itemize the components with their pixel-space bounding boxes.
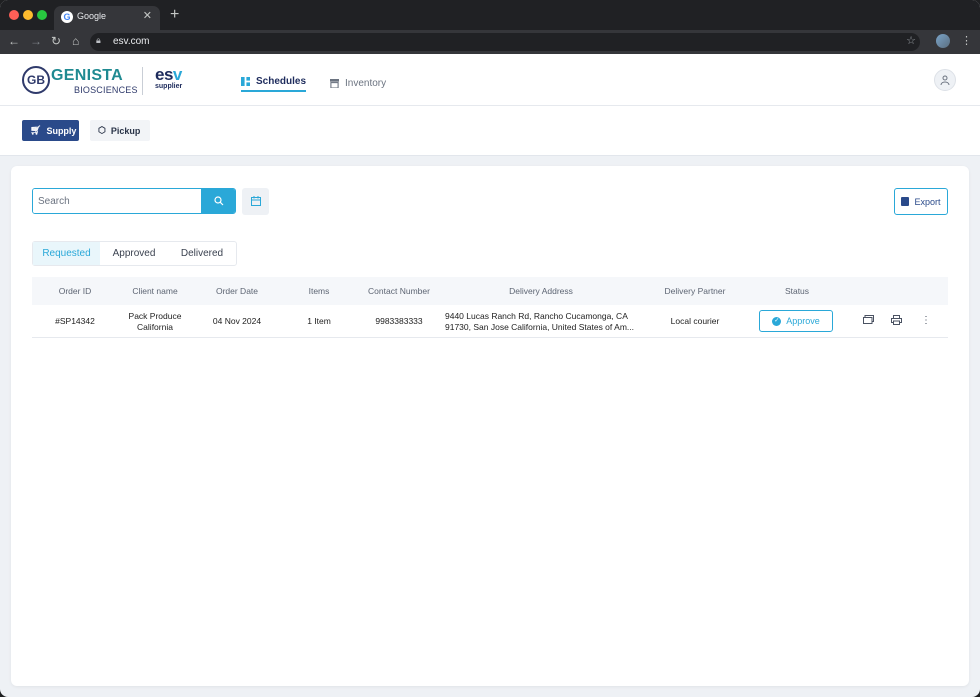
nav-inventory-label: Inventory xyxy=(345,77,387,89)
schedules-icon xyxy=(241,76,250,86)
approve-label: Approve xyxy=(786,316,820,326)
col-delivery-address: Delivery Address xyxy=(509,286,573,296)
nav-inventory[interactable]: Inventory xyxy=(330,74,386,92)
export-label: Export xyxy=(914,196,941,207)
nav-schedules[interactable]: Schedules xyxy=(241,74,307,92)
cell-client-name: Pack Produce California xyxy=(120,305,190,338)
col-client-name: Client name xyxy=(132,286,178,296)
table-header: Order ID Client name Order Date Items Co… xyxy=(32,277,948,305)
browser-menu-icon[interactable]: ⋮ xyxy=(961,34,972,47)
invoice-icon[interactable] xyxy=(863,315,874,328)
profile-avatar[interactable] xyxy=(936,34,950,48)
calendar-button[interactable] xyxy=(242,188,269,215)
orders-card: Export Requested Approved Delivered Orde… xyxy=(11,166,969,686)
search-icon xyxy=(213,196,223,206)
user-account-icon[interactable] xyxy=(934,69,956,91)
col-status: Status xyxy=(784,286,810,296)
tab-title: Google xyxy=(77,11,107,21)
search-button[interactable] xyxy=(201,189,235,213)
search-box xyxy=(32,188,236,214)
invoice-svg-icon xyxy=(863,315,874,324)
minimize-window-button[interactable] xyxy=(23,10,33,20)
cell-delivery-address: 9440 Lucas Ranch Rd, Rancho Cucamonga, C… xyxy=(445,305,645,338)
supply-button[interactable]: 🛒︎ Supply xyxy=(22,120,79,141)
close-window-button[interactable] xyxy=(9,10,19,20)
export-icon xyxy=(901,197,910,206)
pickup-button[interactable]: ⬡ Pickup xyxy=(90,120,150,141)
search-input[interactable] xyxy=(33,189,201,213)
orders-table: Order ID Client name Order Date Items Co… xyxy=(32,277,948,338)
forward-icon[interactable]: → xyxy=(30,34,42,48)
bookmark-star-icon[interactable]: ☆ xyxy=(906,34,916,47)
inventory-box-icon xyxy=(330,78,339,88)
export-button[interactable]: Export xyxy=(894,188,948,215)
address-line-2: 91730, San Jose California, United State… xyxy=(445,321,634,332)
genista-logo-icon: GB xyxy=(22,66,50,94)
cell-contact: 9983383333 xyxy=(375,316,423,326)
cell-order-date: 04 Nov 2024 xyxy=(212,316,262,326)
url-text: esv.com xyxy=(113,36,150,47)
esv-logo-suffix: v xyxy=(172,65,182,84)
col-order-id: Order ID xyxy=(58,286,92,296)
col-order-date: Order Date xyxy=(215,286,259,296)
check-circle-icon: ✓ xyxy=(772,316,782,326)
browser-toolbar: ← → ↻ ⌂ 🔒︎ esv.com ☆ ⋮ xyxy=(0,30,980,54)
back-icon[interactable]: ← xyxy=(8,34,20,48)
new-tab-icon[interactable]: + xyxy=(170,7,179,23)
logo-name: GENISTA xyxy=(51,67,124,84)
calendar-icon xyxy=(250,196,261,206)
tab-delivered[interactable]: Delivered xyxy=(168,242,236,265)
col-delivery-partner: Delivery Partner xyxy=(664,286,726,296)
esv-logo-subtitle: supplier xyxy=(155,83,183,90)
logo-divider xyxy=(142,67,143,95)
address-bar[interactable]: 🔒︎ esv.com ☆ xyxy=(90,33,920,51)
browser-window: G Google ✕ + ← → ↻ ⌂ 🔒︎ esv.com ☆ ⋮ GB G… xyxy=(0,0,980,697)
close-tab-icon[interactable]: ✕ xyxy=(143,9,152,22)
client-line-1: Pack Produce xyxy=(128,310,182,321)
esv-logo: esv xyxy=(155,65,182,85)
reload-icon[interactable]: ↻ xyxy=(51,34,61,48)
col-contact-number: Contact Number xyxy=(368,286,430,296)
google-favicon-icon: G xyxy=(61,11,73,23)
user-icon xyxy=(940,75,950,86)
tab-requested[interactable]: Requested xyxy=(33,242,100,265)
supply-label: Supply xyxy=(46,125,77,136)
mode-switch-bar: 🛒︎ Supply ⬡ Pickup xyxy=(0,106,980,156)
cell-delivery-partner: Local courier xyxy=(670,316,720,326)
printer-svg-icon xyxy=(891,315,902,325)
table-row[interactable]: #SP14342 Pack Produce California 04 Nov … xyxy=(32,305,948,338)
address-line-1: 9440 Lucas Ranch Rd, Rancho Cucamonga, C… xyxy=(445,310,628,321)
tab-approved[interactable]: Approved xyxy=(100,242,168,265)
nav-schedules-label: Schedules xyxy=(256,75,307,87)
cell-items: 1 Item xyxy=(307,316,331,326)
more-options-icon[interactable]: ⋮ xyxy=(921,315,931,327)
logo-subtitle: BIOSCIENCES xyxy=(74,85,138,95)
app-header: GB GENISTA BIOSCIENCES esv supplier Sche… xyxy=(0,54,980,106)
package-icon: ⬡ xyxy=(98,125,106,135)
col-items: Items xyxy=(308,286,330,296)
status-tabs: Requested Approved Delivered xyxy=(32,241,237,266)
cell-order-id: #SP14342 xyxy=(55,316,95,326)
esv-logo-prefix: es xyxy=(155,65,173,84)
browser-tabbar: G Google ✕ + xyxy=(0,0,980,30)
print-icon[interactable] xyxy=(891,315,902,329)
pickup-label: Pickup xyxy=(110,125,141,136)
client-line-2: California xyxy=(137,321,173,332)
maximize-window-button[interactable] xyxy=(37,10,47,20)
browser-tab[interactable]: G Google ✕ xyxy=(54,6,160,30)
approve-button[interactable]: ✓ Approve xyxy=(759,310,833,332)
cart-icon: 🛒︎ xyxy=(30,125,42,135)
lock-icon: 🔒︎ xyxy=(96,35,101,45)
home-icon[interactable]: ⌂ xyxy=(72,34,79,48)
